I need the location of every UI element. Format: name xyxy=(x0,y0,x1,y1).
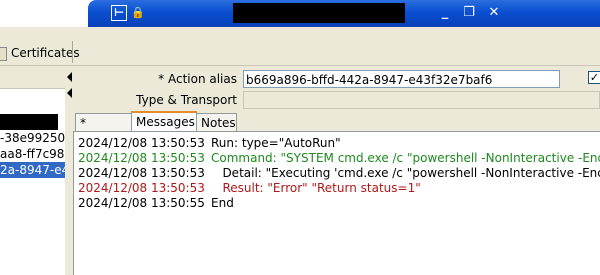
pin-icon[interactable]: ⊢ xyxy=(111,5,127,21)
messages-log[interactable]: 2024/12/08 13:50:53 Run: type="AutoRun" 2… xyxy=(73,132,600,275)
log-row: 2024/12/08 13:50:53 Command: "SYSTEM cmd.… xyxy=(78,151,600,166)
lock-icon: 🔒 xyxy=(131,6,145,19)
type-transport-field xyxy=(243,91,600,109)
log-timestamp: 2024/12/08 13:50:55 xyxy=(78,196,205,210)
log-text: Run: type="AutoRun" xyxy=(211,136,341,150)
log-text: End xyxy=(211,196,234,210)
list-item[interactable]: -38e992509 xyxy=(0,130,65,146)
list-item[interactable]: aa8-ff7c984 xyxy=(0,146,65,162)
action-alias-field[interactable]: b669a896-bffd-442a-8947-e43f32e7baf6 xyxy=(243,70,560,88)
tab-action[interactable]: * Action xyxy=(75,113,132,148)
title-bar: ⊢ 🔒 _ ❐ ✕ xyxy=(0,0,600,27)
collapse-left-arrow-icon[interactable] xyxy=(67,88,72,98)
maximize-button[interactable]: ❐ xyxy=(461,5,477,21)
close-button[interactable]: ✕ xyxy=(486,5,502,21)
log-timestamp: 2024/12/08 13:50:53 xyxy=(78,136,205,150)
log-timestamp: 2024/12/08 13:50:53 xyxy=(78,166,205,180)
list-item-selected[interactable]: 2a-8947-e43 xyxy=(0,162,65,178)
log-text: Result: "Error" "Return status=1" xyxy=(211,181,421,195)
panel-splitter[interactable] xyxy=(65,66,73,275)
log-row: 2024/12/08 13:50:53 Run: type="AutoRun" xyxy=(78,136,341,151)
log-row: 2024/12/08 13:50:53 Detail: "Executing '… xyxy=(78,166,600,181)
certificate-icon xyxy=(0,46,7,61)
alias-list[interactable]: -38e992509 aa8-ff7c984 2a-8947-e43 xyxy=(0,66,66,275)
certificates-label: Certificates xyxy=(11,46,80,60)
tab-notes[interactable]: Notes xyxy=(196,113,237,131)
alias-list-header xyxy=(0,66,65,89)
enabled-checkbox[interactable]: ✓ xyxy=(588,71,600,84)
minimize-button[interactable]: _ xyxy=(437,5,453,21)
toolbar-divider xyxy=(72,41,73,63)
toolbar: Certificates xyxy=(0,27,600,66)
list-item-redacted[interactable] xyxy=(0,114,58,130)
log-timestamp: 2024/12/08 13:50:53 xyxy=(78,181,205,195)
tab-messages[interactable]: Messages xyxy=(131,111,197,132)
window-title-redacted xyxy=(233,3,405,23)
log-timestamp: 2024/12/08 13:50:53 xyxy=(78,151,205,165)
log-row: 2024/12/08 13:50:55 End xyxy=(78,196,234,211)
log-text: Command: "SYSTEM cmd.exe /c "powershell … xyxy=(211,151,600,165)
action-alias-label: * Action alias xyxy=(158,72,237,86)
collapse-left-arrow-icon[interactable] xyxy=(67,72,72,82)
type-transport-label: Type & Transport xyxy=(136,93,237,107)
action-form: * Action alias b669a896-bffd-442a-8947-e… xyxy=(73,66,600,110)
tab-strip: * Action Messages Notes xyxy=(73,111,600,148)
log-text: Detail: "Executing 'cmd.exe /c "powershe… xyxy=(211,166,600,180)
log-row: 2024/12/08 13:50:53 Result: "Error" "Ret… xyxy=(78,181,421,196)
